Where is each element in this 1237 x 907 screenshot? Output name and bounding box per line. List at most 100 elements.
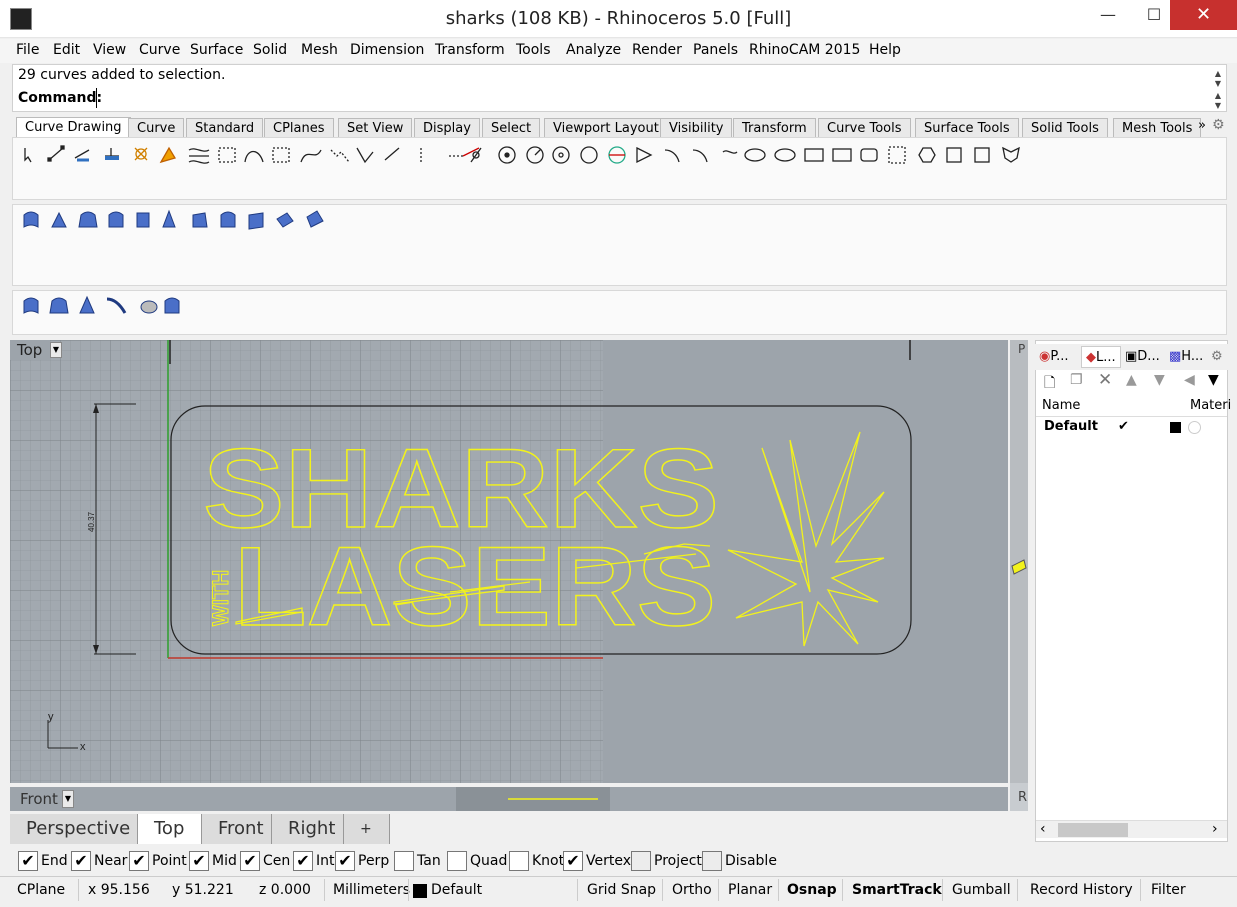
tab-solid-tools[interactable]: Solid Tools	[1022, 118, 1108, 137]
smarttrack-toggle[interactable]: SmartTrack	[852, 880, 942, 900]
osnap-point-checkbox[interactable]: ✔	[129, 851, 149, 871]
viewport-title-front[interactable]: Front	[20, 790, 58, 808]
delete-layer-icon[interactable]: ✕	[1098, 370, 1112, 390]
minimize-button[interactable]: —	[1085, 0, 1131, 30]
osnap-near[interactable]: ✔ Near	[71, 851, 127, 871]
tab-front[interactable]: Front	[202, 814, 272, 844]
osnap-cen-checkbox[interactable]: ✔	[240, 851, 260, 871]
tab-perspective[interactable]: Perspective	[10, 814, 138, 844]
osnap-end-checkbox[interactable]: ✔	[18, 851, 38, 871]
current-layer[interactable]: Default	[431, 880, 482, 900]
panel-gear-icon[interactable]: ⚙	[1211, 346, 1223, 368]
tab-properties[interactable]: ◉P...	[1039, 346, 1069, 368]
planar-toggle[interactable]: Planar	[728, 880, 772, 900]
menu-view[interactable]: View	[93, 42, 126, 58]
tab-curve-drawing[interactable]: Curve Drawing	[16, 117, 131, 138]
osnap-cen[interactable]: ✔ Cen	[240, 851, 290, 871]
osnap-quad-checkbox[interactable]	[447, 851, 467, 871]
filter-toggle[interactable]: Filter	[1151, 880, 1186, 900]
tab-standard[interactable]: Standard	[186, 118, 264, 137]
scroll-right-icon[interactable]: ›	[1212, 821, 1218, 837]
side-panel-scrollbar[interactable]: ‹ ›	[1036, 820, 1227, 838]
osnap-disable-checkbox[interactable]	[702, 851, 722, 871]
new-layer-icon[interactable]: 🗋	[1044, 372, 1055, 396]
osnap-vertex-checkbox[interactable]: ✔	[563, 851, 583, 871]
osnap-quad[interactable]: Quad	[447, 851, 507, 871]
menu-mesh[interactable]: Mesh	[301, 42, 338, 58]
tab-set-view[interactable]: Set View	[338, 118, 413, 137]
osnap-knot-checkbox[interactable]	[509, 851, 529, 871]
tab-surface-tools[interactable]: Surface Tools	[915, 118, 1019, 137]
tab-curve[interactable]: Curve	[128, 118, 185, 137]
gear-icon[interactable]: ⚙	[1212, 117, 1225, 133]
tabs-overflow-icon[interactable]: »	[1198, 118, 1206, 133]
tab-curve-tools[interactable]: Curve Tools	[818, 118, 911, 137]
front-menu-chevron-icon[interactable]: ▼	[62, 790, 74, 808]
osnap-perp-checkbox[interactable]: ✔	[335, 851, 355, 871]
tab-select[interactable]: Select	[482, 118, 541, 137]
viewport-canvas[interactable]: 40.37 SHARKS WITH LASERS y x	[10, 340, 1008, 783]
tab-cplanes[interactable]: CPlanes	[264, 118, 334, 137]
osnap-disable[interactable]: Disable	[702, 851, 777, 871]
menu-render[interactable]: Render	[632, 42, 682, 58]
ortho-toggle[interactable]: Ortho	[672, 880, 712, 900]
menu-surface[interactable]: Surface	[190, 42, 243, 58]
tab-help[interactable]: ▩H...	[1169, 346, 1203, 368]
layer-row[interactable]: Default ✔	[1036, 418, 1227, 438]
osnap-knot[interactable]: Knot	[509, 851, 564, 871]
layer-material-swatch[interactable]	[1188, 421, 1201, 434]
command-input[interactable]	[96, 88, 1196, 108]
tab-layers[interactable]: ◆L...	[1081, 346, 1121, 368]
menu-file[interactable]: File	[16, 42, 39, 58]
menu-analyze[interactable]: Analyze	[566, 42, 621, 58]
osnap-tan-checkbox[interactable]	[394, 851, 414, 871]
menu-help[interactable]: Help	[869, 42, 901, 58]
cplane-indicator[interactable]: CPlane	[17, 880, 65, 900]
tab-mesh-tools[interactable]: Mesh Tools	[1113, 118, 1202, 137]
menu-tools[interactable]: Tools	[516, 42, 551, 58]
perspective-viewport-edge[interactable]	[1010, 340, 1028, 783]
osnap-end[interactable]: ✔ End	[18, 851, 68, 871]
grid-snap-toggle[interactable]: Grid Snap	[587, 880, 656, 900]
current-layer-check-icon[interactable]: ✔	[1118, 419, 1129, 434]
osnap-toggle[interactable]: Osnap	[787, 880, 837, 900]
osnap-int-checkbox[interactable]: ✔	[293, 851, 313, 871]
column-name[interactable]: Name	[1042, 398, 1080, 413]
osnap-tan[interactable]: Tan	[394, 851, 441, 871]
menu-rhinocam[interactable]: RhinoCAM 2015	[749, 42, 860, 58]
filter-icon[interactable]: ▼	[1208, 372, 1219, 388]
move-down-icon[interactable]: ▼	[1154, 372, 1165, 388]
history-scroll-up-icon[interactable]: ▲	[1211, 69, 1225, 79]
osnap-int[interactable]: ✔ Int	[293, 851, 335, 871]
menu-transform[interactable]: Transform	[435, 42, 505, 58]
osnap-vertex[interactable]: ✔ Vertex	[563, 851, 631, 871]
tab-viewport-layout[interactable]: Viewport Layout	[544, 118, 668, 137]
osnap-project[interactable]: Project	[631, 851, 702, 871]
new-sublayer-icon[interactable]: ❐	[1070, 372, 1083, 388]
viewport-top[interactable]: 40.37 SHARKS WITH LASERS y x	[10, 340, 1008, 783]
osnap-project-checkbox[interactable]	[631, 851, 651, 871]
tab-right[interactable]: Right	[272, 814, 344, 844]
scroll-left-icon[interactable]: ‹	[1040, 821, 1046, 837]
tab-display[interactable]: Display	[414, 118, 480, 137]
command-scroll-up-icon[interactable]: ▲	[1211, 91, 1225, 101]
tab-display[interactable]: ▣D...	[1125, 346, 1160, 368]
move-up-icon[interactable]: ▲	[1126, 372, 1137, 388]
viewport-title-top[interactable]: Top	[10, 340, 50, 360]
osnap-mid[interactable]: ✔ Mid	[189, 851, 237, 871]
move-out-icon[interactable]: ◀	[1184, 372, 1195, 388]
tab-visibility[interactable]: Visibility	[660, 118, 733, 137]
viewport-front[interactable]	[10, 787, 1008, 811]
tab-transform[interactable]: Transform	[733, 118, 816, 137]
units-indicator[interactable]: Millimeters	[333, 880, 410, 900]
menu-edit[interactable]: Edit	[53, 42, 80, 58]
menu-curve[interactable]: Curve	[139, 42, 180, 58]
osnap-perp[interactable]: ✔ Perp	[335, 851, 389, 871]
scroll-thumb[interactable]	[1058, 823, 1128, 837]
history-scroll-down-icon[interactable]: ▼	[1211, 79, 1225, 89]
osnap-point[interactable]: ✔ Point	[129, 851, 187, 871]
column-material[interactable]: Materi	[1190, 398, 1231, 413]
gumball-toggle[interactable]: Gumball	[952, 880, 1011, 900]
close-button[interactable]: ✕	[1170, 0, 1237, 30]
osnap-mid-checkbox[interactable]: ✔	[189, 851, 209, 871]
